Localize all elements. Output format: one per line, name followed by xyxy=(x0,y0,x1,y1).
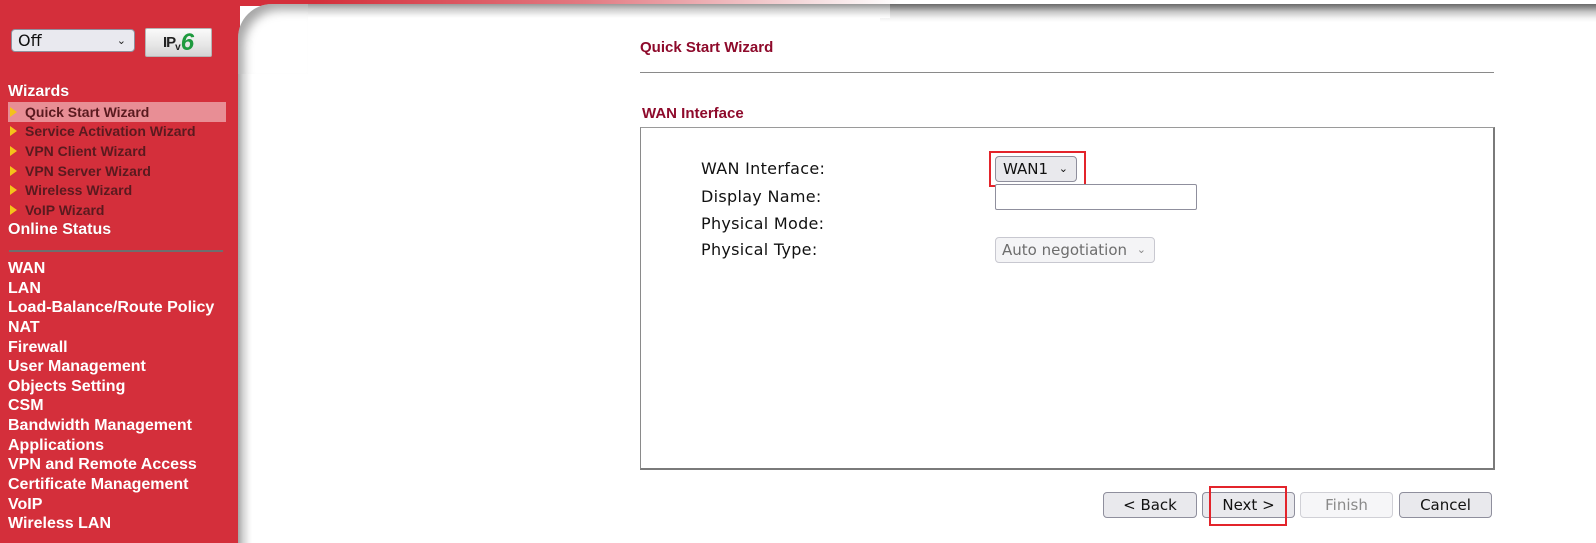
content-top-shadow xyxy=(290,4,890,18)
wizard-item-quick-start[interactable]: Quick Start Wizard xyxy=(8,102,226,122)
menu-item-objects-setting[interactable]: Objects Setting xyxy=(8,377,214,397)
sidebar: Off ⌄ IP v 6 Wizards Quick Start Wizard … xyxy=(0,0,240,543)
wizard-item-wireless[interactable]: Wireless Wizard xyxy=(8,180,226,200)
menu-item-firewall[interactable]: Firewall xyxy=(8,338,214,358)
wizard-item-voip[interactable]: VoIP Wizard xyxy=(8,200,226,220)
content-rounded-corner xyxy=(238,4,308,74)
wizard-list: Quick Start Wizard Service Activation Wi… xyxy=(8,102,226,220)
next-button[interactable]: Next > xyxy=(1202,492,1295,518)
menu-item-voip[interactable]: VoIP xyxy=(8,495,214,515)
ipv6-logo-six: 6 xyxy=(180,28,195,56)
back-button[interactable]: < Back xyxy=(1103,492,1197,518)
finish-button[interactable]: Finish xyxy=(1300,492,1393,518)
menu-item-bandwidth-management[interactable]: Bandwidth Management xyxy=(8,416,214,436)
wizard-item-label: Quick Start Wizard xyxy=(25,103,150,120)
ip-mode-select[interactable]: Off ⌄ xyxy=(11,29,135,52)
ipv6-logo-ip: IP xyxy=(162,34,176,51)
chevron-down-icon: ⌄ xyxy=(116,34,126,47)
menu-item-vpn-remote-access[interactable]: VPN and Remote Access xyxy=(8,455,214,475)
wizard-item-service-activation[interactable]: Service Activation Wizard xyxy=(8,122,226,142)
display-name-input[interactable] xyxy=(995,184,1197,210)
ip-mode-select-value: Off xyxy=(18,31,42,50)
menu-item-nat[interactable]: NAT xyxy=(8,318,214,338)
triangle-right-icon xyxy=(10,165,17,176)
menu-item-user-management[interactable]: User Management xyxy=(8,357,214,377)
wan-interface-select[interactable]: WAN1 ⌄ xyxy=(995,156,1077,182)
cancel-button[interactable]: Cancel xyxy=(1399,492,1492,518)
wizard-item-label: VoIP Wizard xyxy=(25,201,105,218)
wan-interface-label: WAN Interface: xyxy=(701,159,826,178)
triangle-right-icon xyxy=(10,145,17,156)
triangle-right-icon xyxy=(10,106,17,117)
top-shadow xyxy=(880,4,1596,22)
menu-item-certificate-management[interactable]: Certificate Management xyxy=(8,475,214,495)
menu-item-applications[interactable]: Applications xyxy=(8,436,214,456)
page-title: Quick Start Wizard xyxy=(640,39,774,56)
wizard-item-label: VPN Server Wizard xyxy=(25,162,151,179)
menu-item-lan[interactable]: LAN xyxy=(8,279,214,299)
triangle-right-icon xyxy=(10,126,17,137)
triangle-right-icon xyxy=(10,204,17,215)
title-divider xyxy=(640,72,1494,73)
menu-item-wireless-lan[interactable]: Wireless LAN xyxy=(8,514,214,534)
physical-type-select[interactable]: Auto negotiation ⌄ xyxy=(995,237,1155,263)
wizard-item-label: VPN Client Wizard xyxy=(25,142,147,159)
wizards-heading[interactable]: Wizards xyxy=(8,83,69,101)
physical-type-select-value: Auto negotiation xyxy=(1002,241,1128,259)
physical-mode-label: Physical Mode: xyxy=(701,214,825,233)
wizard-item-vpn-server[interactable]: VPN Server Wizard xyxy=(8,161,226,181)
wizard-item-label: Wireless Wizard xyxy=(25,182,133,199)
physical-type-label: Physical Type: xyxy=(701,240,818,259)
main-menu: WAN LAN Load-Balance/Route Policy NAT Fi… xyxy=(8,259,214,534)
ipv6-logo-v: v xyxy=(175,42,181,53)
display-name-label: Display Name: xyxy=(701,187,822,206)
triangle-right-icon xyxy=(10,185,17,196)
wizard-item-label: Service Activation Wizard xyxy=(25,123,196,140)
menu-item-load-balance[interactable]: Load-Balance/Route Policy xyxy=(8,298,214,318)
chevron-down-icon: ⌄ xyxy=(1058,162,1068,175)
ipv6-button[interactable]: IP v 6 xyxy=(145,28,212,57)
wizard-item-vpn-client[interactable]: VPN Client Wizard xyxy=(8,141,226,161)
menu-item-wan[interactable]: WAN xyxy=(8,259,214,279)
menu-item-csm[interactable]: CSM xyxy=(8,396,214,416)
section-title: WAN Interface xyxy=(642,105,744,122)
online-status-link[interactable]: Online Status xyxy=(8,221,111,239)
content-left-shadow xyxy=(238,60,252,543)
sidebar-divider xyxy=(9,250,223,252)
wan-interface-select-value: WAN1 xyxy=(1003,160,1049,178)
chevron-down-icon: ⌄ xyxy=(1136,243,1146,256)
